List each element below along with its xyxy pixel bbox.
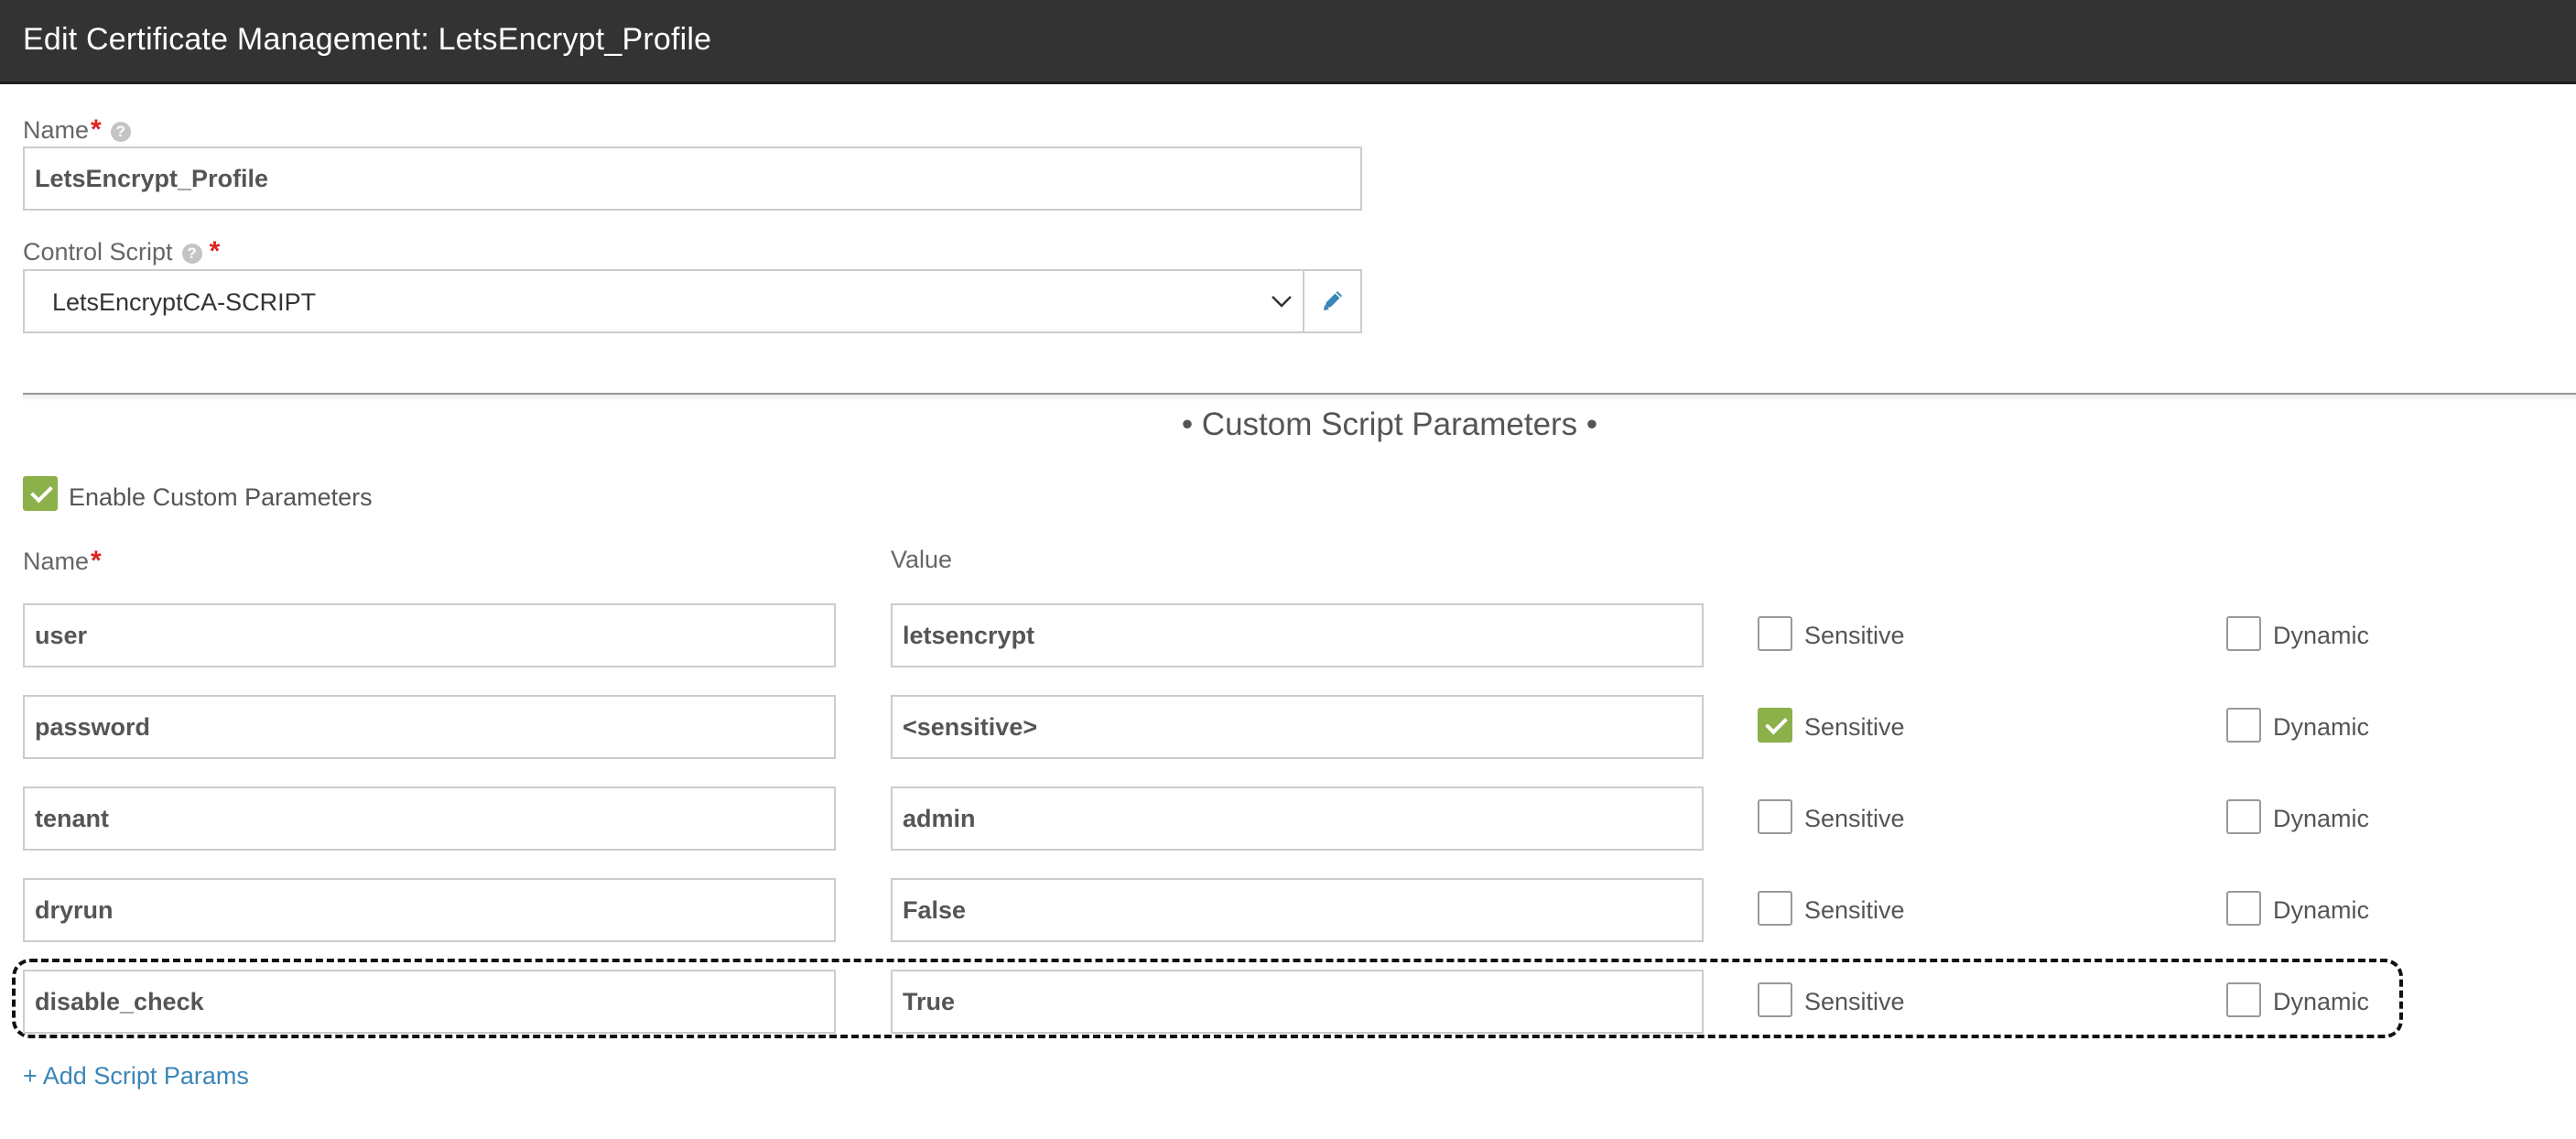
sensitive-checkbox[interactable]	[1758, 982, 1792, 1017]
control-script-value: LetsEncryptCA-SCRIPT	[52, 288, 317, 316]
param-name-input[interactable]	[25, 788, 834, 849]
title-bar: Edit Certificate Management: LetsEncrypt…	[0, 0, 2576, 84]
param-name-field[interactable]	[23, 878, 836, 942]
param-value-input[interactable]	[893, 880, 1702, 940]
param-name-header-label: Name	[23, 548, 90, 575]
sensitive-label: Sensitive	[1804, 622, 1905, 649]
param-name-input[interactable]	[25, 697, 834, 757]
pencil-icon	[1324, 291, 1342, 310]
sensitive-label: Sensitive	[1804, 713, 1905, 741]
param-value-input[interactable]	[893, 697, 1702, 757]
param-value-field[interactable]	[891, 878, 1704, 942]
control-script-label-row: Control Script? *	[23, 236, 220, 267]
param-value-header: Value	[891, 546, 953, 573]
param-name-field[interactable]	[23, 695, 836, 759]
name-field[interactable]	[23, 146, 1362, 211]
sensitive-label: Sensitive	[1804, 805, 1905, 832]
dynamic-label: Dynamic	[2273, 622, 2370, 649]
control-script-label: Control Script	[23, 238, 173, 266]
dynamic-checkbox[interactable]	[2226, 982, 2261, 1017]
enable-custom-params-label: Enable Custom Parameters	[69, 483, 373, 511]
page-title: Edit Certificate Management: LetsEncrypt…	[23, 22, 712, 57]
custom-params-section-title: • Custom Script Parameters •	[1181, 407, 1598, 442]
enable-custom-params-checkbox[interactable]	[23, 476, 58, 511]
required-asterisk: *	[209, 236, 221, 266]
control-script-select[interactable]: LetsEncryptCA-SCRIPT	[23, 269, 1362, 333]
help-icon[interactable]: ?	[110, 122, 131, 142]
dynamic-label: Dynamic	[2273, 988, 2370, 1015]
param-name-input[interactable]	[25, 605, 834, 666]
param-value-field[interactable]	[891, 786, 1704, 851]
name-label: Name	[23, 116, 90, 144]
help-icon[interactable]: ?	[181, 244, 202, 264]
sensitive-checkbox[interactable]	[1758, 799, 1792, 834]
name-label-row: Name*?	[23, 114, 136, 146]
edit-script-button[interactable]	[1303, 271, 1360, 331]
param-name-input[interactable]	[25, 880, 834, 940]
param-value-field[interactable]	[891, 695, 1704, 759]
dynamic-label: Dynamic	[2273, 896, 2370, 924]
dynamic-checkbox[interactable]	[2226, 708, 2261, 743]
add-script-params-link[interactable]: + Add Script Params	[23, 1062, 249, 1090]
sensitive-checkbox[interactable]	[1758, 616, 1792, 651]
param-name-field[interactable]	[23, 786, 836, 851]
param-value-field[interactable]	[891, 970, 1704, 1034]
param-value-field[interactable]	[891, 603, 1704, 667]
chevron-down-icon[interactable]	[1270, 289, 1293, 313]
sensitive-label: Sensitive	[1804, 988, 1905, 1015]
param-value-input[interactable]	[893, 788, 1702, 849]
param-value-input[interactable]	[893, 971, 1702, 1032]
param-name-field[interactable]	[23, 603, 836, 667]
dynamic-checkbox[interactable]	[2226, 891, 2261, 926]
param-name-input[interactable]	[25, 971, 834, 1032]
dynamic-label: Dynamic	[2273, 713, 2370, 741]
required-asterisk: *	[91, 114, 102, 145]
name-input[interactable]	[25, 148, 1360, 209]
param-value-input[interactable]	[893, 605, 1702, 666]
dynamic-checkbox[interactable]	[2226, 799, 2261, 834]
sensitive-label: Sensitive	[1804, 896, 1905, 924]
dynamic-checkbox[interactable]	[2226, 616, 2261, 651]
param-name-field[interactable]	[23, 970, 836, 1034]
dynamic-label: Dynamic	[2273, 805, 2370, 832]
sensitive-checkbox[interactable]	[1758, 891, 1792, 926]
param-name-header: Name*	[23, 546, 102, 577]
section-divider-shadow	[23, 395, 2576, 402]
required-asterisk: *	[91, 546, 102, 576]
sensitive-checkbox[interactable]	[1758, 708, 1792, 743]
